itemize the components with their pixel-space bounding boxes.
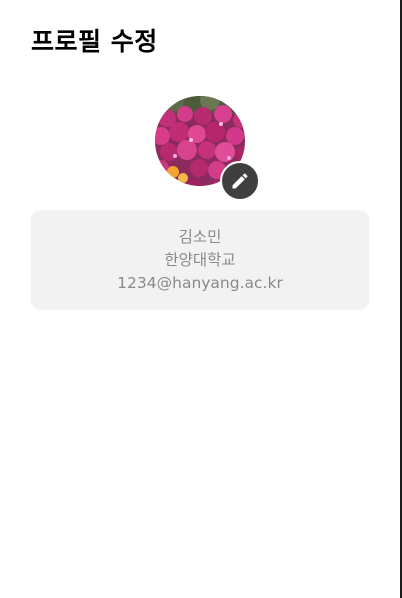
profile-info-card: 김소민 한양대학교 1234@hanyang.ac.kr — [31, 210, 369, 310]
profile-school: 한양대학교 — [164, 251, 236, 269]
profile-avatar-section — [155, 96, 261, 202]
profile-name: 김소민 — [178, 228, 222, 246]
pencil-icon — [232, 173, 248, 189]
profile-email: 1234@hanyang.ac.kr — [117, 274, 283, 292]
edit-avatar-button[interactable] — [220, 161, 260, 201]
page-title: 프로필 수정 — [31, 27, 158, 56]
